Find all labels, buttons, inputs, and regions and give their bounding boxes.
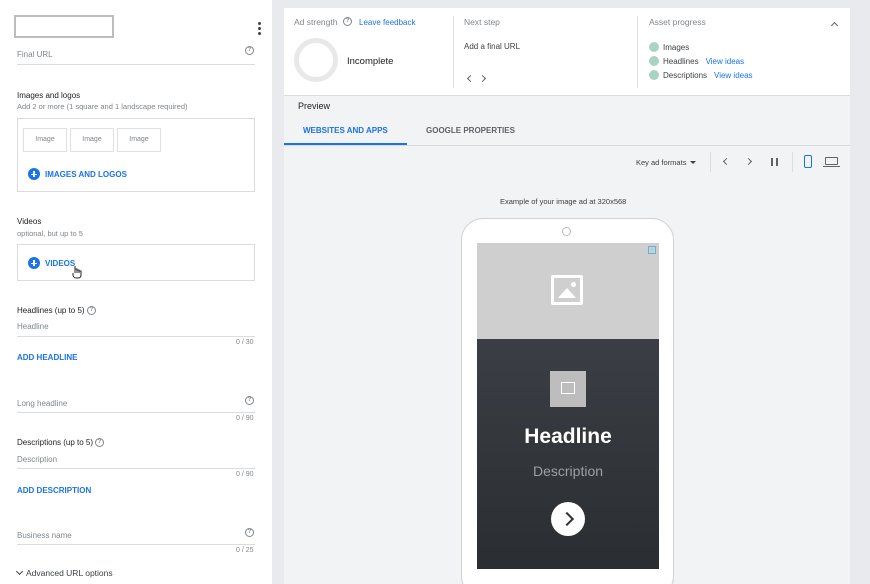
hand-cursor-icon [72, 266, 82, 279]
descriptions-help-icon[interactable]: ? [95, 438, 104, 447]
toolbar-divider [792, 152, 793, 172]
description-underline [17, 468, 255, 469]
ad-name-input[interactable] [14, 15, 114, 38]
key-ad-formats-dropdown[interactable]: Key ad formats [636, 158, 697, 167]
progress-dot-icon [649, 56, 659, 66]
mobile-view-icon[interactable] [804, 155, 812, 168]
ad-choices-icon[interactable]: i [648, 246, 656, 254]
add-videos-label: VIDEOS [45, 258, 76, 268]
asset-item-label: Images [663, 42, 690, 52]
asset-progress-item-headlines: Headlines View ideas [649, 56, 744, 66]
caret-down-icon [690, 161, 697, 164]
next-step-title: Next step [464, 17, 500, 27]
image-placeholder-icon [551, 275, 583, 305]
desktop-view-icon[interactable] [823, 157, 840, 167]
chevron-left-icon[interactable] [466, 74, 475, 83]
videos-section-subtitle: optional, but up to 5 [17, 229, 83, 238]
business-name-counter: 0 / 25 [236, 547, 254, 554]
long-headline-underline [17, 412, 255, 413]
advanced-url-options-toggle[interactable]: Advanced URL options [15, 567, 113, 578]
view-ideas-link[interactable]: View ideas [714, 71, 753, 80]
column-divider [637, 16, 638, 88]
headlines-help-icon[interactable]: ? [87, 306, 96, 315]
toolbar-divider [710, 152, 711, 172]
ad-strength-help-icon[interactable]: ? [343, 17, 352, 26]
chevron-down-icon [15, 567, 24, 576]
final-url-underline [17, 64, 255, 65]
ad-strength-status: Incomplete [347, 56, 394, 67]
ad-image-area: i [477, 243, 659, 339]
ad-strength-ring [294, 38, 338, 82]
pause-icon[interactable] [771, 158, 779, 166]
view-ideas-link[interactable]: View ideas [706, 57, 745, 66]
videos-section-title: Videos [17, 217, 42, 226]
asset-item-label: Headlines [663, 56, 699, 66]
business-name-input[interactable]: Business name [17, 531, 72, 540]
ad-strength-title: Ad strength [294, 17, 338, 27]
images-section-subtitle: Add 2 or more (1 square and 1 landscape … [17, 102, 188, 111]
description-input[interactable]: Description [17, 455, 57, 464]
previous-format-icon[interactable] [722, 157, 731, 166]
headline-underline [17, 336, 255, 337]
description-counter: 0 / 90 [236, 471, 254, 478]
leave-feedback-link[interactable]: Leave feedback [359, 18, 416, 27]
ad-headline: Headline [524, 425, 612, 448]
ad-description: Description [532, 463, 604, 479]
ad-form-panel: Final URL ? Images and logos Add 2 or mo… [0, 0, 272, 584]
preview-panel: Ad strength ? Leave feedback Incomplete … [284, 8, 850, 584]
advanced-url-options-label: Advanced URL options [26, 568, 113, 578]
asset-item-label: Descriptions [663, 70, 708, 80]
next-format-icon[interactable] [744, 157, 753, 166]
descriptions-section-title: Descriptions (up to 5) [17, 438, 94, 447]
ad-arrow-button[interactable] [551, 502, 585, 536]
long-headline-counter: 0 / 90 [236, 415, 254, 422]
more-options-icon[interactable] [258, 22, 264, 36]
final-url-help-icon[interactable]: ? [245, 46, 254, 55]
add-images-label: IMAGES AND LOGOS [45, 169, 127, 179]
long-headline-help-icon[interactable]: ? [245, 396, 254, 405]
asset-progress-title: Asset progress [649, 17, 706, 27]
progress-dot-icon [649, 70, 659, 80]
headline-counter: 0 / 30 [236, 339, 254, 346]
add-videos-button[interactable]: VIDEOS [28, 257, 75, 269]
videos-box: VIDEOS [17, 244, 255, 281]
key-ad-formats-label: Key ad formats [636, 158, 687, 167]
add-description-button[interactable]: ADD DESCRIPTION [17, 486, 91, 495]
phone-mockup: i Headline Description [461, 218, 674, 584]
next-step-text: Add a final URL [464, 42, 521, 51]
plus-icon [28, 168, 40, 180]
tab-google-properties[interactable]: GOOGLE PROPERTIES [426, 126, 515, 135]
image-slot[interactable]: Image [117, 128, 161, 152]
headline-input[interactable]: Headline [17, 322, 49, 331]
asset-progress-item-descriptions: Descriptions View ideas [649, 70, 753, 80]
preview-title: Preview [298, 101, 331, 111]
business-name-underline [17, 544, 255, 545]
tab-websites-and-apps[interactable]: WEBSITES AND APPS [303, 126, 388, 135]
column-divider [453, 16, 454, 88]
images-section-title: Images and logos [17, 91, 81, 100]
preview-toolbar: Key ad formats [284, 148, 850, 176]
final-url-input[interactable]: Final URL [17, 50, 53, 59]
chevron-up-icon[interactable] [830, 21, 839, 30]
plus-icon [28, 257, 40, 269]
images-box: Image Image Image IMAGES AND LOGOS [17, 118, 255, 192]
active-tab-indicator [284, 143, 407, 145]
asset-progress-item-images: Images [649, 42, 689, 52]
progress-dot-icon [649, 42, 659, 52]
preview-tabs: WEBSITES AND APPS GOOGLE PROPERTIES [284, 116, 850, 146]
ad-summary-card: Ad strength ? Leave feedback Incomplete … [284, 8, 850, 96]
preview-caption: Example of your image ad at 320x568 [500, 197, 627, 206]
headlines-section-title: Headlines (up to 5) [17, 306, 85, 315]
business-name-help-icon[interactable]: ? [245, 528, 254, 537]
image-slot[interactable]: Image [70, 128, 114, 152]
add-headline-button[interactable]: ADD HEADLINE [17, 353, 77, 362]
long-headline-input[interactable]: Long headline [17, 399, 67, 408]
phone-camera [562, 227, 571, 236]
chevron-right-icon[interactable] [478, 74, 487, 83]
add-images-button[interactable]: IMAGES AND LOGOS [28, 168, 127, 180]
ad-content-area: Headline Description [477, 339, 659, 569]
image-slot[interactable]: Image [23, 128, 67, 152]
logo-placeholder-icon [550, 371, 586, 407]
